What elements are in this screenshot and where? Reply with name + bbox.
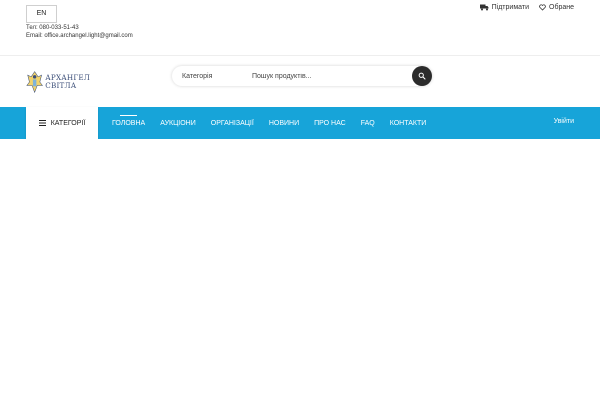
categories-label: КАТЕГОРІЇ (50, 119, 86, 127)
phone-number: Тел: 080-033-51-43 (26, 25, 79, 31)
nav-item-organizations[interactable]: ОРГАНІЗАЦІЇ (211, 120, 254, 127)
nav-item-contacts[interactable]: КОНТАКТИ (390, 120, 427, 127)
search-input[interactable] (252, 72, 412, 80)
favorites-label: Обране (549, 4, 574, 11)
hamburger-icon (38, 120, 46, 126)
nav-item-news[interactable]: НОВИНИ (269, 120, 299, 127)
logo-text: АРХАНГЕЛ СВІТЛА (45, 74, 90, 90)
support-label: Підтримати (491, 4, 529, 11)
truck-icon (479, 4, 489, 11)
nav-item-auctions[interactable]: АУКЦІОНИ (160, 120, 196, 127)
search-button[interactable] (412, 66, 432, 86)
search-bar: Категорія (172, 66, 432, 86)
page-content (0, 139, 600, 400)
support-link[interactable]: Підтримати (479, 4, 529, 11)
search-category-select[interactable]: Категорія (172, 73, 252, 80)
top-links: Підтримати Обране (479, 4, 574, 11)
nav-menu: ГОЛОВНА АУКЦІОНИ ОРГАНІЗАЦІЇ НОВИНИ ПРО … (112, 107, 441, 139)
favorites-link[interactable]: Обране (539, 4, 574, 11)
email-address: Email: office.archangel.light@gmail.com (26, 33, 133, 39)
language-button[interactable]: EN (26, 5, 57, 23)
nav-item-faq[interactable]: FAQ (361, 120, 375, 127)
angel-logo-icon (26, 71, 43, 94)
nav-item-home[interactable]: ГОЛОВНА (112, 114, 145, 127)
login-link[interactable]: Увійти (554, 118, 574, 125)
site-logo[interactable]: АРХАНГЕЛ СВІТЛА (26, 67, 90, 97)
main-navigation: КАТЕГОРІЇ ГОЛОВНА АУКЦІОНИ ОРГАНІЗАЦІЇ Н… (0, 107, 600, 139)
top-bar: EN Тел: 080-033-51-43 Email: office.arch… (0, 0, 600, 56)
logo-line-2: СВІТЛА (45, 81, 77, 90)
heart-icon (539, 4, 546, 11)
search-icon (418, 72, 426, 80)
nav-item-about[interactable]: ПРО НАС (314, 120, 346, 127)
categories-button[interactable]: КАТЕГОРІЇ (26, 107, 98, 139)
header: АРХАНГЕЛ СВІТЛА Категорія (0, 57, 600, 107)
